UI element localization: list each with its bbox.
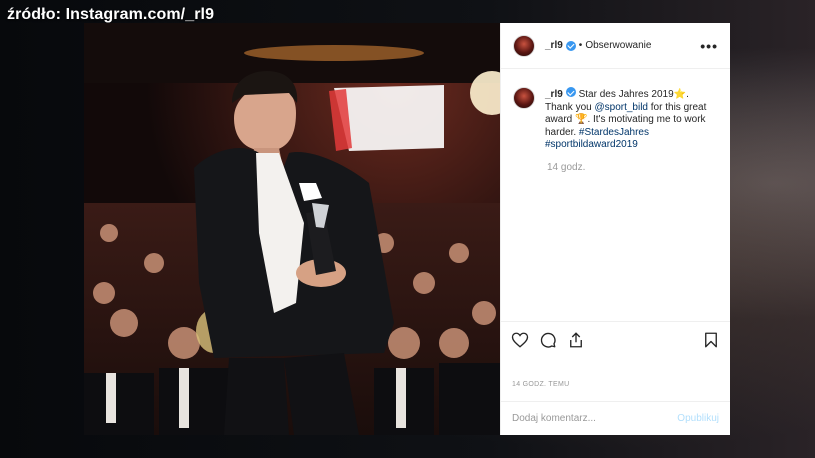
publish-button[interactable]: Opublikuj [677, 413, 719, 424]
header-username[interactable]: _rl9 [545, 40, 563, 51]
hashtag-link[interactable]: #sportbildaward2019 [545, 139, 638, 150]
mention-link[interactable]: @sport_bild [594, 102, 648, 113]
post-photo-image [84, 23, 500, 435]
caption-timestamp: 14 godz. [547, 161, 586, 173]
caption-verified-icon [565, 87, 576, 97]
caption-text: _rl9 Star des Jahres 2019⭐. Thank you @s… [545, 87, 718, 152]
action-bar [501, 321, 730, 357]
post-sidebar: _rl9 • Obserwowanie ••• _rl9 Star des Ja… [500, 23, 730, 435]
heart-icon[interactable] [511, 331, 529, 349]
header-separator: • [578, 40, 583, 51]
comment-icon[interactable] [539, 331, 557, 349]
caption-avatar[interactable] [513, 87, 535, 109]
post-photo[interactable] [84, 23, 500, 435]
trophy-emoji: 🏆 [575, 114, 588, 125]
bookmark-icon[interactable] [702, 331, 720, 349]
caption-block: _rl9 Star des Jahres 2019⭐. Thank you @s… [501, 69, 730, 152]
hashtag-link[interactable]: #StardesJahres [579, 127, 649, 138]
instagram-post: _rl9 • Obserwowanie ••• _rl9 Star des Ja… [84, 23, 730, 435]
source-label: źródło: Instagram.com/_rl9 [7, 6, 215, 23]
avatar[interactable] [513, 34, 535, 57]
share-icon[interactable] [567, 331, 585, 349]
more-options-icon[interactable]: ••• [700, 39, 718, 53]
comment-input[interactable] [512, 413, 678, 424]
caption-username[interactable]: _rl9 [545, 89, 563, 100]
post-header: _rl9 • Obserwowanie ••• [501, 23, 730, 69]
follow-button[interactable]: Obserwowanie [585, 40, 651, 51]
star-emoji: ⭐ [673, 89, 687, 100]
verified-icon [565, 40, 576, 51]
post-date: 14 GODZ. TEMU [512, 381, 570, 388]
caption-part: Star des Jahres 2019 [575, 89, 674, 100]
comment-bar: Opublikuj [501, 401, 730, 435]
